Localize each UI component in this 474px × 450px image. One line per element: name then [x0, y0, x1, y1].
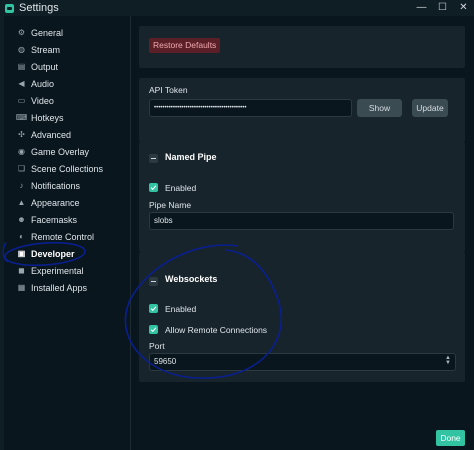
sidebar-item-label: Notifications [31, 180, 81, 191]
maximize-icon[interactable]: ☐ [432, 0, 453, 16]
bell-icon: ♪ [19, 181, 24, 190]
sidebar-item-stream[interactable]: ◍ Stream [4, 41, 130, 58]
sidebar-item-developer[interactable]: ▣ Developer [4, 245, 130, 262]
api-token-label: API Token [149, 85, 188, 95]
gamepad-icon: ◉ [18, 147, 25, 156]
spinner-arrows-icon[interactable]: ▲ ▼ [445, 355, 451, 366]
developer-icon: ▣ [17, 249, 26, 258]
websockets-title: Websockets [165, 274, 218, 284]
settings-sidebar: ⚙ General ◍ Stream ▤ Output ◀ Audio ▭ Video ⌨… [4, 16, 131, 450]
apps-icon: ▦ [17, 283, 26, 292]
websockets-enabled-label: Enabled [165, 304, 197, 314]
websockets-card: Websockets Enabled Allow Remote Connecti… [139, 252, 465, 382]
named-pipe-title: Named Pipe [165, 152, 217, 162]
sidebar-item-label: Video [31, 95, 54, 106]
checkmark-icon [150, 185, 157, 191]
sidebar-item-label: Advanced [31, 129, 72, 140]
checkmark-icon [150, 327, 157, 333]
app-logo-icon [5, 3, 14, 13]
sidebar-item-label: Scene Collections [31, 163, 104, 174]
speaker-icon: ◀ [18, 79, 25, 88]
sidebar-item-label: Experimental [31, 265, 84, 276]
pipe-name-label: Pipe Name [149, 200, 192, 210]
sidebar-item-label: Appearance [31, 197, 80, 208]
sidebar-item-remote-control[interactable]: ◐ Remote Control [4, 228, 130, 245]
sidebar-item-label: Audio [31, 78, 55, 89]
sidebar-item-hotkeys[interactable]: ⌨ Hotkeys [4, 109, 130, 126]
paint-icon: ▲ [17, 198, 26, 207]
sidebar-item-label: General [31, 27, 64, 38]
allow-remote-connections-label: Allow Remote Connections [165, 325, 268, 335]
keyboard-icon: ⌨ [15, 113, 28, 122]
sidebar-item-installed-apps[interactable]: ▦ Installed Apps [4, 279, 130, 296]
sidebar-item-label: Facemasks [31, 214, 78, 225]
collapse-icon[interactable] [149, 277, 158, 286]
sidebar-item-notifications[interactable]: ♪ Notifications [4, 177, 130, 194]
sidebar-item-label: Installed Apps [31, 282, 88, 293]
sidebar-item-audio[interactable]: ◀ Audio [4, 75, 130, 92]
collapse-icon[interactable] [149, 154, 158, 163]
window-title: Settings [19, 2, 59, 14]
sidebar-item-label: Hotkeys [31, 112, 64, 123]
settings-content: Restore Defaults API Token •••••••••••••… [131, 16, 474, 450]
remote-icon: ◐ [19, 232, 24, 241]
sidebar-item-experimental[interactable]: ◼ Experimental [4, 262, 130, 279]
sidebar-item-label: Developer [31, 248, 75, 259]
sidebar-item-appearance[interactable]: ▲ Appearance [4, 194, 130, 211]
wrench-icon: ✣ [18, 130, 25, 139]
sidebar-item-label: Output [31, 61, 59, 72]
show-token-button[interactable]: Show [357, 99, 402, 117]
window-controls: — ☐ ✕ [411, 0, 474, 16]
sidebar-item-facemasks[interactable]: ☻ Facemasks [4, 211, 130, 228]
sidebar-item-label: Stream [31, 44, 61, 55]
named-pipe-enabled-label: Enabled [165, 183, 197, 193]
sidebar-item-label: Remote Control [31, 231, 95, 242]
sidebar-item-output[interactable]: ▤ Output [4, 58, 130, 75]
pipe-name-input[interactable]: slobs [149, 212, 454, 230]
restore-defaults-button[interactable]: Restore Defaults [149, 38, 221, 53]
named-pipe-enabled-checkbox[interactable] [149, 183, 158, 192]
port-label: Port [149, 341, 165, 351]
title-bar: Settings — ☐ ✕ [0, 0, 474, 16]
output-icon: ▤ [17, 62, 26, 71]
sidebar-item-label: Game Overlay [31, 146, 90, 157]
gear-icon: ⚙ [17, 28, 26, 37]
collections-icon: ❏ [17, 164, 26, 173]
sidebar-item-scene-collections[interactable]: ❏ Scene Collections [4, 160, 130, 177]
api-token-field[interactable]: ••••••••••••••••••••••••••••••••••••••••… [149, 99, 352, 117]
mask-icon: ☻ [17, 215, 26, 224]
done-button[interactable]: Done [436, 430, 465, 446]
restore-defaults-card: Restore Defaults [139, 26, 465, 68]
sidebar-item-game-overlay[interactable]: ◉ Game Overlay [4, 143, 130, 160]
sidebar-item-video[interactable]: ▭ Video [4, 92, 130, 109]
close-icon[interactable]: ✕ [453, 0, 474, 16]
named-pipe-card: Named Pipe Enabled Pipe Name slobs [139, 142, 465, 252]
checkmark-icon [150, 306, 157, 312]
flask-icon: ◼ [18, 266, 25, 275]
websockets-enabled-checkbox[interactable] [149, 304, 158, 313]
api-token-card: API Token ••••••••••••••••••••••••••••••… [139, 78, 465, 142]
sidebar-item-general[interactable]: ⚙ General [4, 24, 130, 41]
video-icon: ▭ [17, 96, 26, 105]
allow-remote-connections-checkbox[interactable] [149, 325, 158, 334]
update-token-button[interactable]: Update [412, 99, 448, 117]
port-value: 59650 [154, 357, 177, 366]
sidebar-item-advanced[interactable]: ✣ Advanced [4, 126, 130, 143]
globe-icon: ◍ [18, 45, 25, 54]
port-input[interactable]: 59650 ▲ ▼ [149, 353, 456, 371]
minimize-icon[interactable]: — [411, 0, 432, 16]
